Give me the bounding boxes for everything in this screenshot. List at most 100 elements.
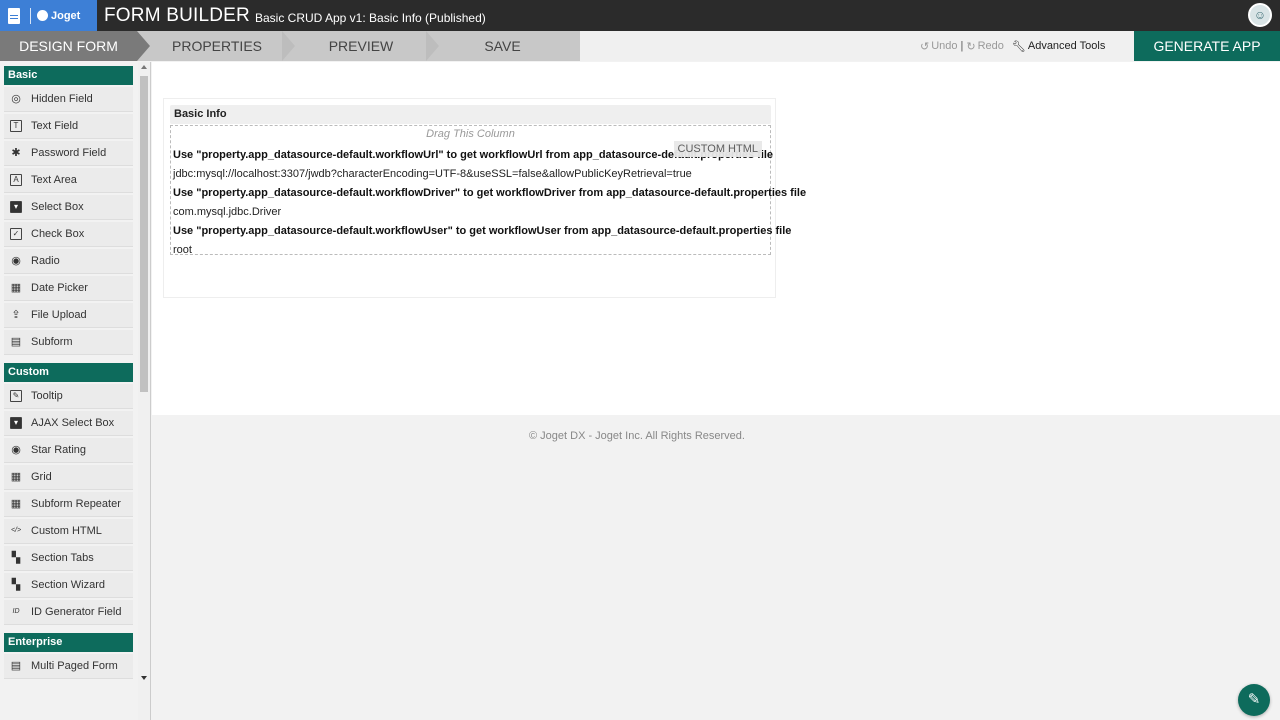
palette-item-subform-repeater[interactable]: ▦ Subform Repeater	[4, 492, 133, 517]
code-icon: </>	[10, 527, 22, 534]
html-line: Use "property.app_datasource-default.wor…	[173, 225, 792, 237]
palette-item-label: Date Picker	[31, 282, 88, 294]
builder-subtitle: Basic CRUD App v1: Basic Info (Published…	[254, 10, 486, 25]
footer-copyright: © Joget DX - Joget Inc. All Rights Reser…	[529, 430, 745, 442]
palette-list: Basic ◎ Hidden Field T Text Field ✱ Password …	[0, 62, 138, 681]
palette-item-text-area[interactable]: A Text Area	[4, 168, 133, 193]
wrench-icon: 🔧︎	[1011, 40, 1026, 53]
logo-divider	[30, 7, 31, 24]
palette-item-section-tabs[interactable]: ▚ Section Tabs	[4, 546, 133, 571]
top-bar: Joget FORM BUILDER Basic CRUD App v1: Ba…	[0, 0, 1280, 31]
calendar-icon: ▦	[10, 282, 22, 294]
html-line: com.mysql.jdbc.Driver	[173, 206, 282, 218]
palette-item-select-box[interactable]: ▾ Select Box	[4, 195, 133, 220]
palette-item-custom-html[interactable]: </> Custom HTML	[4, 519, 133, 544]
palette-item-star-rating[interactable]: ◉ Star Rating	[4, 438, 133, 463]
section-icon: ▚	[11, 552, 21, 564]
palette-scrollbar[interactable]	[138, 62, 150, 720]
edit-icon: ✎	[10, 390, 22, 402]
custom-html-element[interactable]: Use "property.app_datasource-default.wor…	[173, 146, 807, 260]
palette-item-file-upload[interactable]: ⇪ File Upload	[4, 303, 133, 328]
category-basic: Basic	[4, 66, 133, 85]
eye-slash-icon: ◎	[11, 93, 21, 105]
redo-icon: ↻	[966, 40, 976, 53]
history-tools: ↺ Undo | ↻ Redo 🔧︎ Advanced Tools	[920, 31, 1105, 61]
step-save[interactable]: SAVE	[440, 31, 565, 61]
undo-icon: ↺	[920, 40, 930, 53]
category-enterprise: Enterprise	[4, 633, 133, 652]
palette-item-subform[interactable]: ▤ Subform	[4, 330, 133, 355]
palette-item-label: Subform	[31, 336, 73, 348]
form-column[interactable]: Drag This Column Use "property.app_datas…	[170, 125, 806, 256]
upload-icon: ⇪	[11, 309, 21, 321]
select-box-icon: ▾	[10, 417, 22, 429]
text-field-icon: T	[10, 120, 22, 132]
palette-item-multi-paged-form[interactable]: ▤ Multi Paged Form	[4, 654, 133, 679]
palette-item-label: Text Field	[31, 120, 79, 132]
drag-column-handle[interactable]: Drag This Column	[171, 128, 770, 140]
radio-icon: ◉	[11, 444, 21, 456]
element-type-badge: CUSTOM HTML	[673, 141, 762, 157]
palette-item-label: Section Tabs	[31, 552, 94, 564]
toolbar-separator: |	[960, 40, 964, 52]
pages-icon: ▤	[10, 660, 22, 672]
asterisk-icon: ✱	[11, 147, 21, 159]
grid-icon: ▦	[10, 498, 22, 510]
palette-item-tooltip[interactable]: ✎ Tooltip	[4, 384, 133, 409]
undo-button[interactable]: Undo	[931, 40, 957, 52]
element-palette: Basic ◎ Hidden Field T Text Field ✱ Password …	[0, 62, 151, 720]
palette-item-ajax-select-box[interactable]: ▾ AJAX Select Box	[4, 411, 133, 436]
html-line: root	[173, 244, 192, 256]
palette-item-password-field[interactable]: ✱ Password Field	[4, 141, 133, 166]
scroll-thumb[interactable]	[140, 76, 148, 392]
select-box-icon: ▾	[10, 201, 22, 213]
form-container[interactable]: Basic Info Drag This Column Use "propert…	[163, 98, 806, 298]
step-design-form[interactable]: DESIGN FORM	[0, 31, 137, 61]
scroll-down-icon[interactable]	[141, 676, 147, 680]
palette-item-label: Radio	[31, 255, 60, 267]
palette-item-label: Custom HTML	[31, 525, 102, 537]
step-properties[interactable]: PROPERTIES	[152, 31, 282, 61]
palette-item-label: AJAX Select Box	[31, 417, 115, 429]
grid-icon: ▦	[10, 471, 22, 483]
step-chevron	[137, 31, 150, 61]
palette-item-radio[interactable]: ◉ Radio	[4, 249, 133, 274]
palette-item-label: ID Generator Field	[31, 606, 122, 618]
section-icon: ▚	[11, 579, 21, 591]
section-title[interactable]: Basic Info	[170, 105, 771, 124]
text-area-icon: A	[10, 174, 22, 186]
edit-floating-button[interactable]: ✎	[1238, 684, 1270, 716]
joget-logo-icon	[37, 10, 48, 21]
palette-item-label: Hidden Field	[31, 93, 93, 105]
palette-item-grid[interactable]: ▦ Grid	[4, 465, 133, 490]
palette-item-text-field[interactable]: T Text Field	[4, 114, 133, 139]
html-line: jdbc:mysql://localhost:3307/jwdb?charact…	[173, 168, 692, 180]
pencil-icon: ✎	[1247, 691, 1261, 708]
subform-icon: ▤	[10, 336, 22, 348]
html-line: Use "property.app_datasource-default.wor…	[173, 187, 807, 199]
palette-item-label: Tooltip	[31, 390, 63, 402]
palette-item-section-wizard[interactable]: ▚ Section Wizard	[4, 573, 133, 598]
user-avatar[interactable]: ☺	[1248, 3, 1272, 27]
palette-item-check-box[interactable]: ✓ Check Box	[4, 222, 133, 247]
palette-item-label: Star Rating	[31, 444, 87, 456]
palette-item-label: Grid	[31, 471, 52, 483]
builder-title: FORM BUILDER	[104, 4, 250, 26]
step-preview[interactable]: PREVIEW	[296, 31, 426, 61]
generate-app-button[interactable]: GENERATE APP	[1134, 31, 1280, 61]
joget-logo[interactable]: Joget	[0, 0, 97, 31]
palette-item-label: Section Wizard	[31, 579, 105, 591]
scroll-up-icon[interactable]	[141, 65, 147, 69]
step-chevron	[426, 31, 439, 61]
palette-item-id-generator-field[interactable]: ID ID Generator Field	[4, 600, 133, 625]
palette-item-label: Select Box	[31, 201, 84, 213]
step-bar: DESIGN FORM PROPERTIES PREVIEW SAVE ↺ Un…	[0, 31, 1280, 61]
palette-item-date-picker[interactable]: ▦ Date Picker	[4, 276, 133, 301]
palette-item-hidden-field[interactable]: ◎ Hidden Field	[4, 87, 133, 112]
radio-icon: ◉	[11, 255, 21, 267]
logo-text: Joget	[51, 9, 81, 22]
step-chevron	[282, 31, 295, 61]
redo-button[interactable]: Redo	[978, 40, 1004, 52]
document-icon	[8, 7, 20, 24]
advanced-tools-button[interactable]: Advanced Tools	[1028, 40, 1105, 52]
